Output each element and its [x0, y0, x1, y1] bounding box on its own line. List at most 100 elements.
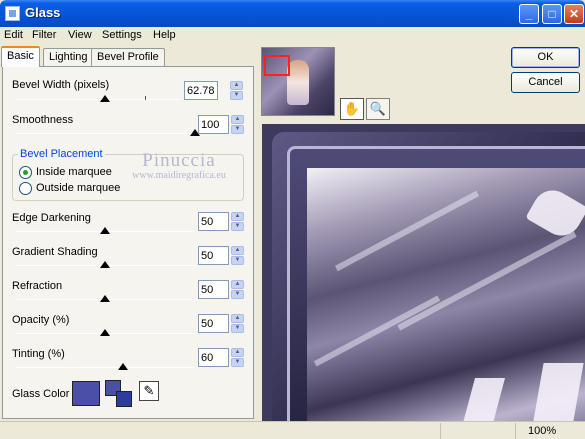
- refraction-spin-buttons[interactable]: ▲ ▼: [231, 280, 244, 299]
- spin-down-icon[interactable]: ▼: [231, 324, 244, 333]
- bird-shape: [525, 183, 585, 243]
- zoom-level: 100%: [528, 425, 557, 437]
- edge-darkening-spin-buttons[interactable]: ▲ ▼: [231, 212, 244, 231]
- pan-hand-icon[interactable]: ✋: [340, 98, 364, 120]
- title-bar: Glass _ □ ✕: [0, 0, 585, 27]
- tinting-input[interactable]: [198, 348, 229, 367]
- outside-marquee-label[interactable]: Outside marquee: [36, 182, 120, 194]
- spin-up-icon[interactable]: ▲: [231, 212, 244, 221]
- menu-bar: Edit Filter View Settings Help: [0, 27, 585, 45]
- menu-settings[interactable]: Settings: [102, 29, 142, 41]
- slider-thumb[interactable]: [100, 295, 110, 302]
- slider-track: [15, 133, 195, 134]
- spin-up-icon[interactable]: ▲: [230, 81, 243, 90]
- settings-panel: Basic Lighting Bevel Profile Bevel Width…: [0, 46, 257, 421]
- cancel-button[interactable]: Cancel: [511, 72, 580, 93]
- preview-area[interactable]: [262, 124, 585, 421]
- slider-thumb[interactable]: [100, 261, 110, 268]
- opacity-input[interactable]: [198, 314, 229, 333]
- smoothness-input[interactable]: [198, 115, 229, 134]
- opacity-stepper[interactable]: ▲ ▼: [198, 314, 244, 333]
- edge-darkening-label: Edge Darkening: [12, 212, 91, 224]
- gradient-shading-spin-buttons[interactable]: ▲ ▼: [231, 246, 244, 265]
- gradient-shading-label: Gradient Shading: [12, 246, 98, 258]
- bevel-width-slider[interactable]: [15, 95, 181, 107]
- smoothness-stepper[interactable]: ▲ ▼: [198, 115, 244, 134]
- light-streak: [313, 295, 441, 367]
- status-divider: [515, 423, 516, 439]
- slider-track: [15, 99, 181, 100]
- smoothness-spin-buttons[interactable]: ▲ ▼: [231, 115, 244, 134]
- smoothness-slider[interactable]: [15, 129, 200, 141]
- ok-button[interactable]: OK: [511, 47, 580, 68]
- inside-marquee-label[interactable]: Inside marquee: [36, 166, 112, 178]
- status-divider: [440, 423, 441, 439]
- tab-lighting[interactable]: Lighting: [43, 48, 94, 67]
- watermark-name: Pinuccia: [142, 150, 216, 171]
- app-icon: [5, 6, 20, 21]
- slider-thumb[interactable]: [100, 95, 110, 102]
- status-bar: 100%: [0, 421, 585, 439]
- glass-color-swatch[interactable]: [72, 381, 100, 406]
- spin-down-icon[interactable]: ▼: [231, 358, 244, 367]
- radio-outside-marquee[interactable]: [19, 182, 32, 195]
- menu-help[interactable]: Help: [153, 29, 176, 41]
- bevel-width-input[interactable]: [184, 81, 218, 100]
- close-button[interactable]: ✕: [564, 4, 584, 24]
- bevel-width-stepper[interactable]: ▲ ▼: [184, 81, 243, 100]
- slider-thumb[interactable]: [100, 227, 110, 234]
- tinting-spin-buttons[interactable]: ▲ ▼: [231, 348, 244, 367]
- minimize-button[interactable]: _: [519, 4, 539, 24]
- refraction-slider[interactable]: [15, 295, 195, 307]
- tab-basic[interactable]: Basic: [1, 46, 40, 67]
- edge-darkening-stepper[interactable]: ▲ ▼: [198, 212, 244, 231]
- edge-darkening-input[interactable]: [198, 212, 229, 231]
- spin-down-icon[interactable]: ▼: [230, 91, 243, 100]
- bevel-width-spin-buttons[interactable]: ▲ ▼: [230, 81, 243, 100]
- glass-color-label: Glass Color: [12, 388, 70, 400]
- tab-bevel-profile[interactable]: Bevel Profile: [91, 48, 165, 67]
- spin-up-icon[interactable]: ▲: [231, 115, 244, 124]
- preview-image: [307, 168, 585, 421]
- gradient-shading-slider[interactable]: [15, 261, 195, 273]
- opacity-slider[interactable]: [15, 329, 195, 341]
- slider-tick: [145, 96, 146, 100]
- slider-track: [15, 367, 195, 368]
- gradient-shading-stepper[interactable]: ▲ ▼: [198, 246, 244, 265]
- basic-tab-page: Bevel Width (pixels) ▲ ▼ Smoothness ▲ ▼: [2, 66, 254, 419]
- bevel-placement-title: Bevel Placement: [18, 148, 105, 160]
- spin-up-icon[interactable]: ▲: [231, 314, 244, 323]
- tinting-label: Tinting (%): [12, 348, 65, 360]
- eyedropper-icon[interactable]: ✎: [139, 381, 159, 401]
- watermark: Pinuccia www.maidiregrafica.eu: [104, 150, 254, 181]
- navigator-thumbnail[interactable]: [261, 47, 335, 116]
- radio-inside-marquee[interactable]: [19, 166, 32, 179]
- edge-darkening-slider[interactable]: [15, 227, 195, 239]
- bevel-width-label: Bevel Width (pixels): [12, 79, 110, 91]
- background-color-swatch[interactable]: [116, 391, 132, 407]
- spin-down-icon[interactable]: ▼: [231, 290, 244, 299]
- menu-view[interactable]: View: [68, 29, 92, 41]
- light-shape: [530, 363, 584, 421]
- opacity-label: Opacity (%): [12, 314, 70, 326]
- light-streak: [397, 231, 577, 331]
- refraction-input[interactable]: [198, 280, 229, 299]
- spin-down-icon[interactable]: ▼: [231, 125, 244, 134]
- spin-down-icon[interactable]: ▼: [231, 222, 244, 231]
- slider-thumb[interactable]: [100, 329, 110, 336]
- slider-thumb[interactable]: [118, 363, 128, 370]
- maximize-button[interactable]: □: [542, 4, 562, 24]
- menu-edit[interactable]: Edit: [4, 29, 23, 41]
- opacity-spin-buttons[interactable]: ▲ ▼: [231, 314, 244, 333]
- spin-down-icon[interactable]: ▼: [231, 256, 244, 265]
- zoom-icon[interactable]: 🔍: [366, 98, 390, 120]
- menu-filter[interactable]: Filter: [32, 29, 56, 41]
- spin-up-icon[interactable]: ▲: [231, 348, 244, 357]
- gradient-shading-input[interactable]: [198, 246, 229, 265]
- tinting-slider[interactable]: [15, 363, 195, 375]
- tinting-stepper[interactable]: ▲ ▼: [198, 348, 244, 367]
- refraction-stepper[interactable]: ▲ ▼: [198, 280, 244, 299]
- spin-up-icon[interactable]: ▲: [231, 246, 244, 255]
- spin-up-icon[interactable]: ▲: [231, 280, 244, 289]
- thumbnail-view-frame[interactable]: [264, 55, 290, 76]
